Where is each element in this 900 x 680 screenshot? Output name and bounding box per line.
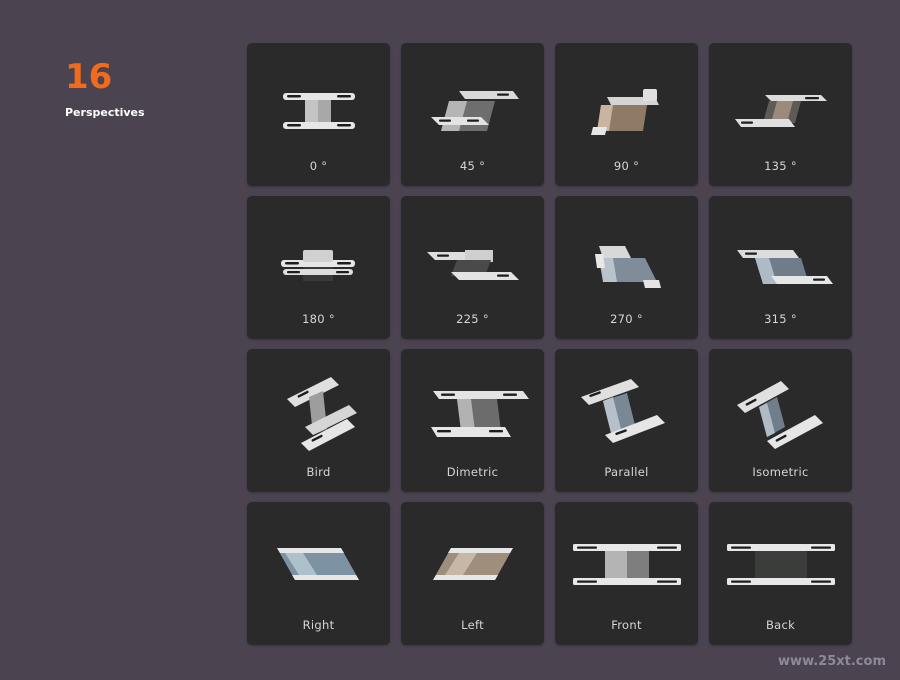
tile-left[interactable]: Left [401, 502, 544, 645]
tile-right[interactable]: Right [247, 502, 390, 645]
tile-225-deg[interactable]: 225 ° [401, 196, 544, 339]
tile-label: 180 ° [302, 312, 335, 326]
tile-label: 90 ° [613, 159, 640, 173]
tile-label: Bird [306, 465, 331, 479]
tile-label: Left [461, 618, 484, 632]
tile-label: Isometric [752, 465, 809, 479]
tile-bird[interactable]: Bird [247, 349, 390, 492]
watermark: www.25xt.com [778, 654, 886, 669]
perspective-count: 16 [65, 57, 113, 97]
tile-dimetric[interactable]: Dimetric [401, 349, 544, 492]
tile-135-deg[interactable]: 135 ° [709, 43, 852, 186]
tile-label: Right [302, 618, 335, 632]
tile-270-deg[interactable]: 270 ° [555, 196, 698, 339]
perspective-grid: 0 ° 45 ° 90 ° 135 ° 180 ° 225 ° 270 ° 31… [247, 43, 852, 645]
tile-label: 135 ° [764, 159, 797, 173]
tile-label: 45 ° [459, 159, 486, 173]
tile-label: Front [611, 618, 642, 632]
tile-isometric[interactable]: Isometric [709, 349, 852, 492]
tile-90-deg[interactable]: 90 ° [555, 43, 698, 186]
tile-label: 0 ° [309, 159, 328, 173]
tile-label: Dimetric [446, 465, 499, 479]
tile-front[interactable]: Front [555, 502, 698, 645]
tile-180-deg[interactable]: 180 ° [247, 196, 390, 339]
tile-back[interactable]: Back [709, 502, 852, 645]
tile-label: 315 ° [764, 312, 797, 326]
tile-315-deg[interactable]: 315 ° [709, 196, 852, 339]
tile-label: Parallel [604, 465, 649, 479]
tile-label: Back [765, 618, 796, 632]
tile-parallel[interactable]: Parallel [555, 349, 698, 492]
tile-0-deg[interactable]: 0 ° [247, 43, 390, 186]
perspectives-title: Perspectives [65, 106, 145, 119]
tile-label: 270 ° [610, 312, 643, 326]
tile-label: 225 ° [456, 312, 489, 326]
tile-45-deg[interactable]: 45 ° [401, 43, 544, 186]
